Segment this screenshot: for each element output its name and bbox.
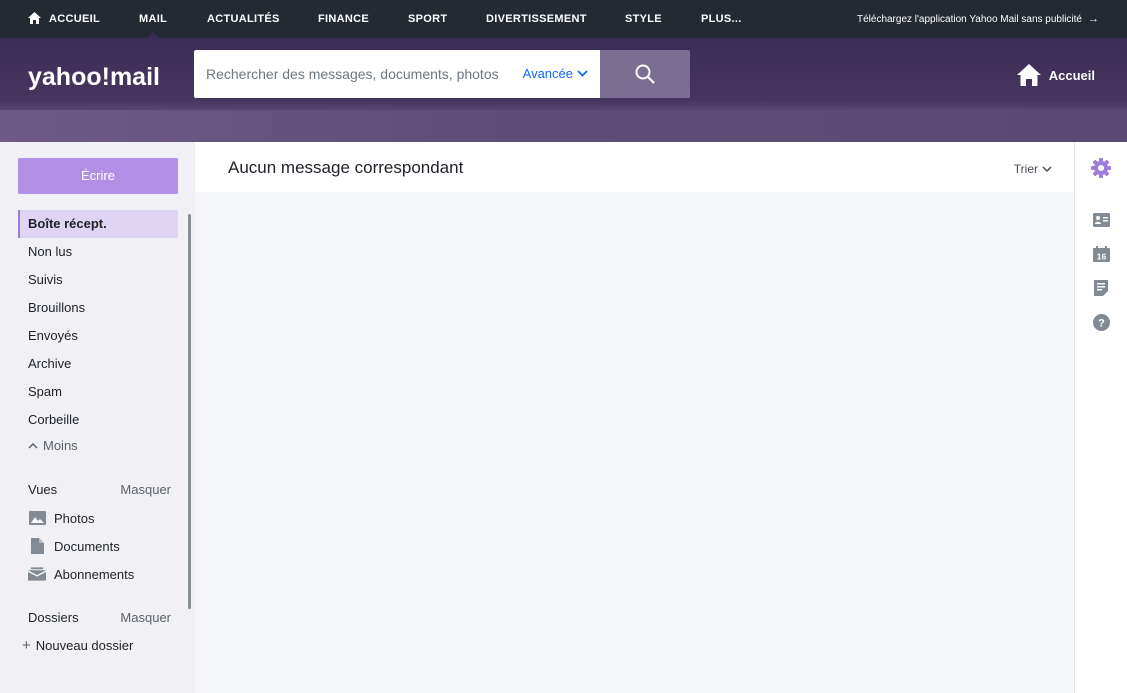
folders-hide-toggle[interactable]: Masquer xyxy=(120,610,171,625)
advanced-search-label: Avancée xyxy=(522,66,573,81)
photo-icon xyxy=(28,510,46,526)
view-subscriptions-label: Abonnements xyxy=(54,566,135,582)
header-band xyxy=(0,110,1127,142)
folders-title: Dossiers xyxy=(28,610,79,625)
views-section-header: Vues Masquer xyxy=(28,482,171,502)
folder-unread[interactable]: Non lus xyxy=(18,238,178,266)
search-box: Avancée xyxy=(194,50,600,98)
nav-item-label: ACCUEIL xyxy=(49,13,100,25)
right-rail: 16 ? xyxy=(1074,142,1127,693)
yahoo-mail-logo[interactable]: yahoo!mail xyxy=(28,56,170,96)
arrow-right-icon: → xyxy=(1088,13,1099,25)
new-folder-label: Nouveau dossier xyxy=(35,638,134,653)
sidebar-scrollbar[interactable] xyxy=(188,214,191,609)
home-icon xyxy=(1016,64,1041,86)
subscriptions-icon xyxy=(28,566,46,582)
nav-item-mail[interactable]: MAIL xyxy=(139,0,167,38)
home-label: Accueil xyxy=(1048,67,1095,83)
folder-trash[interactable]: Corbeille xyxy=(18,406,178,434)
home-button[interactable]: Accueil xyxy=(1016,62,1095,88)
calendar-day: 16 xyxy=(1096,252,1106,262)
folder-archive[interactable]: Archive xyxy=(18,350,178,378)
folder-list: Boîte récept. Non lus Suivis Brouillons … xyxy=(18,210,178,458)
left-sidebar: Écrire Boîte récept. Non lus Suivis Brou… xyxy=(0,142,195,693)
sort-label: Trier xyxy=(1013,162,1038,176)
view-photos-label: Photos xyxy=(54,510,95,526)
nav-item-sport[interactable]: SPORT xyxy=(408,0,447,38)
advanced-search-button[interactable]: Avancée xyxy=(523,50,588,98)
folders-section-header: Dossiers Masquer xyxy=(28,610,171,630)
svg-text:?: ? xyxy=(1098,317,1105,329)
view-documents-label: Documents xyxy=(54,538,120,554)
views-hide-toggle[interactable]: Masquer xyxy=(120,482,171,497)
home-icon xyxy=(28,12,41,25)
folder-spam[interactable]: Spam xyxy=(18,378,178,406)
show-less-toggle[interactable]: Moins xyxy=(18,434,178,458)
help-icon[interactable]: ? xyxy=(1091,312,1111,332)
logo-text: yahoo!mail xyxy=(28,63,160,91)
folder-drafts[interactable]: Brouillons xyxy=(18,294,178,322)
plus-icon: + xyxy=(22,637,31,654)
folder-starred[interactable]: Suivis xyxy=(18,266,178,294)
view-subscriptions[interactable]: Abonnements xyxy=(28,564,134,584)
nav-item-style[interactable]: STYLE xyxy=(625,0,662,38)
empty-result-message: Aucun message correspondant xyxy=(228,158,464,177)
search-icon xyxy=(635,64,655,84)
views-title: Vues xyxy=(28,482,58,497)
message-list-toolbar: Aucun message correspondant Trier xyxy=(195,142,1074,192)
nav-item-plus[interactable]: PLUS... xyxy=(701,0,742,38)
top-navigation: ACCUEIL MAIL ACTUALITÉS FINANCE SPORT DI… xyxy=(0,0,1127,38)
notepad-icon[interactable] xyxy=(1091,278,1111,298)
nav-item-divertissement[interactable]: DIVERTISSEMENT xyxy=(486,0,587,38)
mail-header: yahoo!mail Avancée Accueil xyxy=(0,38,1127,142)
nav-item-actualites[interactable]: ACTUALITÉS xyxy=(207,0,280,38)
settings-icon[interactable] xyxy=(1091,158,1111,178)
view-photos[interactable]: Photos xyxy=(28,508,94,528)
chevron-up-icon xyxy=(28,442,38,449)
contacts-icon[interactable] xyxy=(1091,210,1111,230)
search-button[interactable] xyxy=(600,50,690,98)
show-less-label: Moins xyxy=(43,438,78,453)
calendar-icon[interactable]: 16 xyxy=(1091,244,1111,264)
document-icon xyxy=(28,538,46,554)
chevron-down-icon xyxy=(577,70,588,77)
new-folder-button[interactable]: + Nouveau dossier xyxy=(22,636,133,656)
nav-item-accueil[interactable]: ACCUEIL xyxy=(28,0,100,38)
nav-item-finance[interactable]: FINANCE xyxy=(318,0,369,38)
view-documents[interactable]: Documents xyxy=(28,536,120,556)
message-list-area: Aucun message correspondant Trier xyxy=(195,142,1074,693)
search-input[interactable] xyxy=(206,50,516,98)
folder-sent[interactable]: Envoyés xyxy=(18,322,178,350)
sort-dropdown[interactable]: Trier xyxy=(1014,162,1052,176)
app-promo-link[interactable]: Téléchargez l'application Yahoo Mail san… xyxy=(857,0,1099,38)
chevron-down-icon xyxy=(1042,166,1052,172)
app-promo-text: Téléchargez l'application Yahoo Mail san… xyxy=(856,14,1082,25)
compose-button[interactable]: Écrire xyxy=(18,158,178,194)
folder-inbox[interactable]: Boîte récept. xyxy=(18,210,178,238)
